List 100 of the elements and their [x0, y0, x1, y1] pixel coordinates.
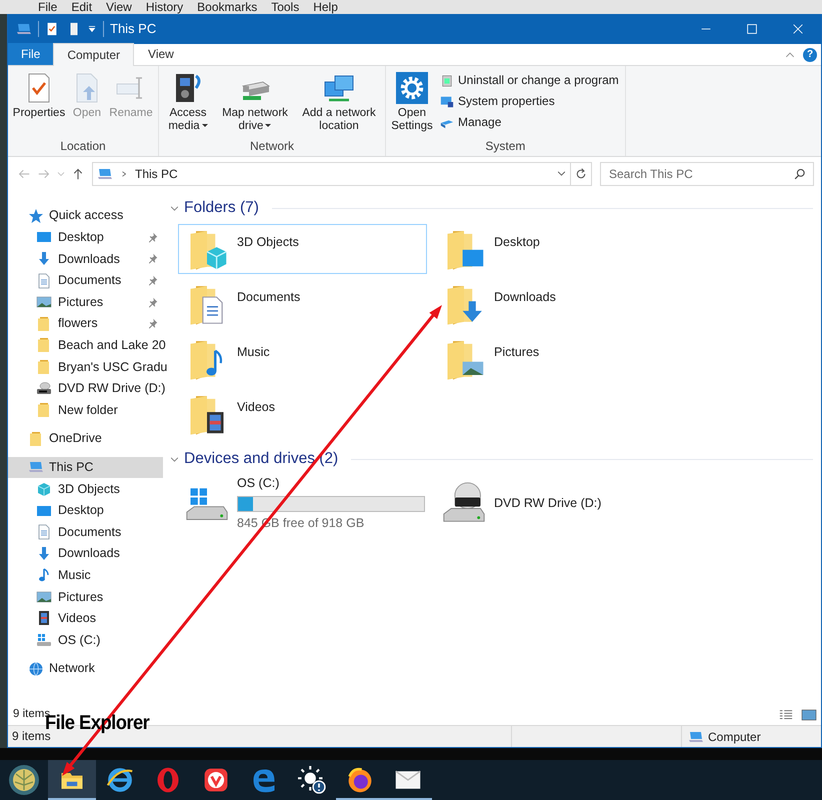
ribbon-command[interactable]: Add a network location — [297, 70, 381, 135]
nav-item[interactable]: flowers — [8, 312, 163, 335]
refresh-icon[interactable] — [575, 168, 587, 180]
film-icon — [36, 610, 52, 626]
menu-item[interactable]: Tools — [271, 0, 300, 14]
forward-arrow-icon — [38, 168, 50, 180]
nav-item[interactable]: DVD RW Drive (D:) — [8, 378, 163, 400]
nav-item[interactable]: Downloads — [8, 542, 163, 564]
menu-item[interactable]: Edit — [71, 0, 92, 14]
drive-icon — [36, 632, 52, 648]
weather-sun-icon — [298, 766, 326, 794]
ribbon-command[interactable]: System properties — [438, 91, 621, 112]
pin-icon — [147, 232, 158, 243]
document-icon — [36, 524, 52, 540]
drive-name: DVD RW Drive (D:) — [494, 494, 602, 512]
nav-item[interactable]: Quick access — [8, 205, 163, 227]
browser-e-icon — [106, 766, 134, 794]
nav-item[interactable]: Music — [8, 564, 163, 586]
nav-item[interactable]: Videos — [8, 608, 163, 630]
up-arrow-icon — [72, 168, 84, 180]
taskbar-button[interactable] — [48, 760, 96, 800]
picture-icon — [36, 588, 52, 605]
folder-tile[interactable]: Desktop — [435, 224, 684, 274]
nav-item[interactable]: Downloads — [8, 248, 163, 270]
nav-item[interactable]: New folder — [8, 399, 163, 421]
browser-fox-icon — [346, 766, 374, 794]
disc-drive-icon — [442, 481, 486, 525]
start-orb-icon — [8, 764, 40, 796]
ribbon-tab[interactable]: File — [8, 43, 54, 65]
settings-gear-icon — [396, 72, 428, 104]
search-field[interactable]: Search This PC — [600, 162, 814, 186]
ribbon-tab[interactable]: Computer — [53, 43, 134, 66]
pin-icon — [147, 275, 158, 286]
folder-tile[interactable]: Documents — [178, 279, 427, 329]
menu-item[interactable]: History — [146, 0, 184, 14]
menu-item[interactable]: Help — [313, 0, 338, 14]
section-title[interactable]: Folders (7) — [184, 196, 259, 220]
nav-item[interactable]: Network — [8, 658, 163, 680]
chevron-down-icon[interactable] — [170, 204, 179, 212]
nav-item[interactable]: OS (C:) — [8, 629, 163, 651]
folder-icon — [36, 337, 52, 354]
help-button[interactable]: ? — [803, 48, 817, 62]
ribbon-tab[interactable]: View — [134, 43, 188, 65]
folder-tile[interactable]: Pictures — [435, 334, 684, 384]
folder-icon — [36, 358, 52, 375]
chevron-right-icon — [121, 170, 127, 176]
ribbon-command[interactable]: Map network drive — [217, 70, 293, 135]
details-view-icon[interactable] — [779, 708, 793, 722]
ribbon-command[interactable]: Properties — [12, 70, 66, 122]
nav-item[interactable]: Desktop — [8, 226, 163, 248]
menu-item[interactable]: File — [38, 0, 58, 14]
download-arrow-icon — [36, 546, 52, 562]
dropdown-icon[interactable] — [87, 24, 97, 34]
nav-item[interactable]: Desktop — [8, 500, 163, 522]
pin-icon — [147, 318, 158, 330]
folder-tile[interactable]: Videos — [178, 389, 427, 439]
download-arrow-icon — [36, 250, 52, 267]
group-label: Network — [248, 138, 295, 155]
network-icon — [28, 660, 44, 677]
system-icon — [440, 94, 454, 108]
ribbon-command[interactable]: Access media — [163, 70, 213, 135]
nav-item[interactable]: 3D Objects — [8, 478, 163, 500]
folder-tile[interactable]: Downloads — [435, 279, 684, 329]
pin-icon — [147, 253, 158, 264]
nav-item[interactable]: Beach and Lake 20 — [8, 334, 163, 356]
cube-icon — [36, 480, 52, 497]
nav-item[interactable]: Documents — [8, 521, 163, 543]
uninstall-icon — [440, 74, 454, 88]
menu-item[interactable]: View — [106, 0, 132, 14]
nav-item[interactable]: Documents — [8, 270, 163, 292]
maximize-icon — [747, 24, 757, 34]
star-icon — [28, 208, 44, 224]
document-icon — [36, 272, 52, 289]
group-label: System — [484, 138, 526, 155]
nav-item[interactable]: Pictures — [8, 586, 163, 608]
ribbon-command[interactable]: Uninstall or change a program — [438, 70, 621, 91]
search-icon — [794, 168, 806, 180]
path-segment[interactable]: This PC — [135, 164, 178, 182]
menu-item[interactable]: Bookmarks — [197, 0, 258, 14]
folder-icon — [36, 316, 52, 332]
close-icon — [793, 24, 803, 34]
pin-icon — [147, 296, 158, 308]
address-bar[interactable]: This PC — [92, 162, 592, 186]
nav-item[interactable]: Pictures — [8, 291, 163, 313]
nav-item[interactable]: OneDrive — [8, 428, 163, 450]
group-label: Location — [59, 138, 107, 155]
drive-tile[interactable]: DVD RW Drive (D:) — [435, 475, 684, 531]
folder-tile[interactable]: 3D Objects — [178, 224, 427, 274]
chevron-down-icon[interactable] — [557, 169, 566, 178]
folder-tile[interactable]: Music — [178, 334, 427, 384]
large-icons-view-icon[interactable] — [801, 707, 817, 723]
ribbon-command[interactable]: Open Settings — [390, 70, 434, 135]
picture-icon — [36, 294, 52, 310]
chevron-down-icon — [57, 170, 65, 178]
chevron-down-icon[interactable] — [170, 454, 179, 464]
status-location: Computer — [708, 728, 761, 746]
nav-item[interactable]: This PC — [8, 456, 163, 478]
properties-icon[interactable] — [45, 22, 59, 36]
ribbon-command[interactable]: Manage — [438, 112, 621, 133]
browser-v-icon — [202, 766, 230, 794]
